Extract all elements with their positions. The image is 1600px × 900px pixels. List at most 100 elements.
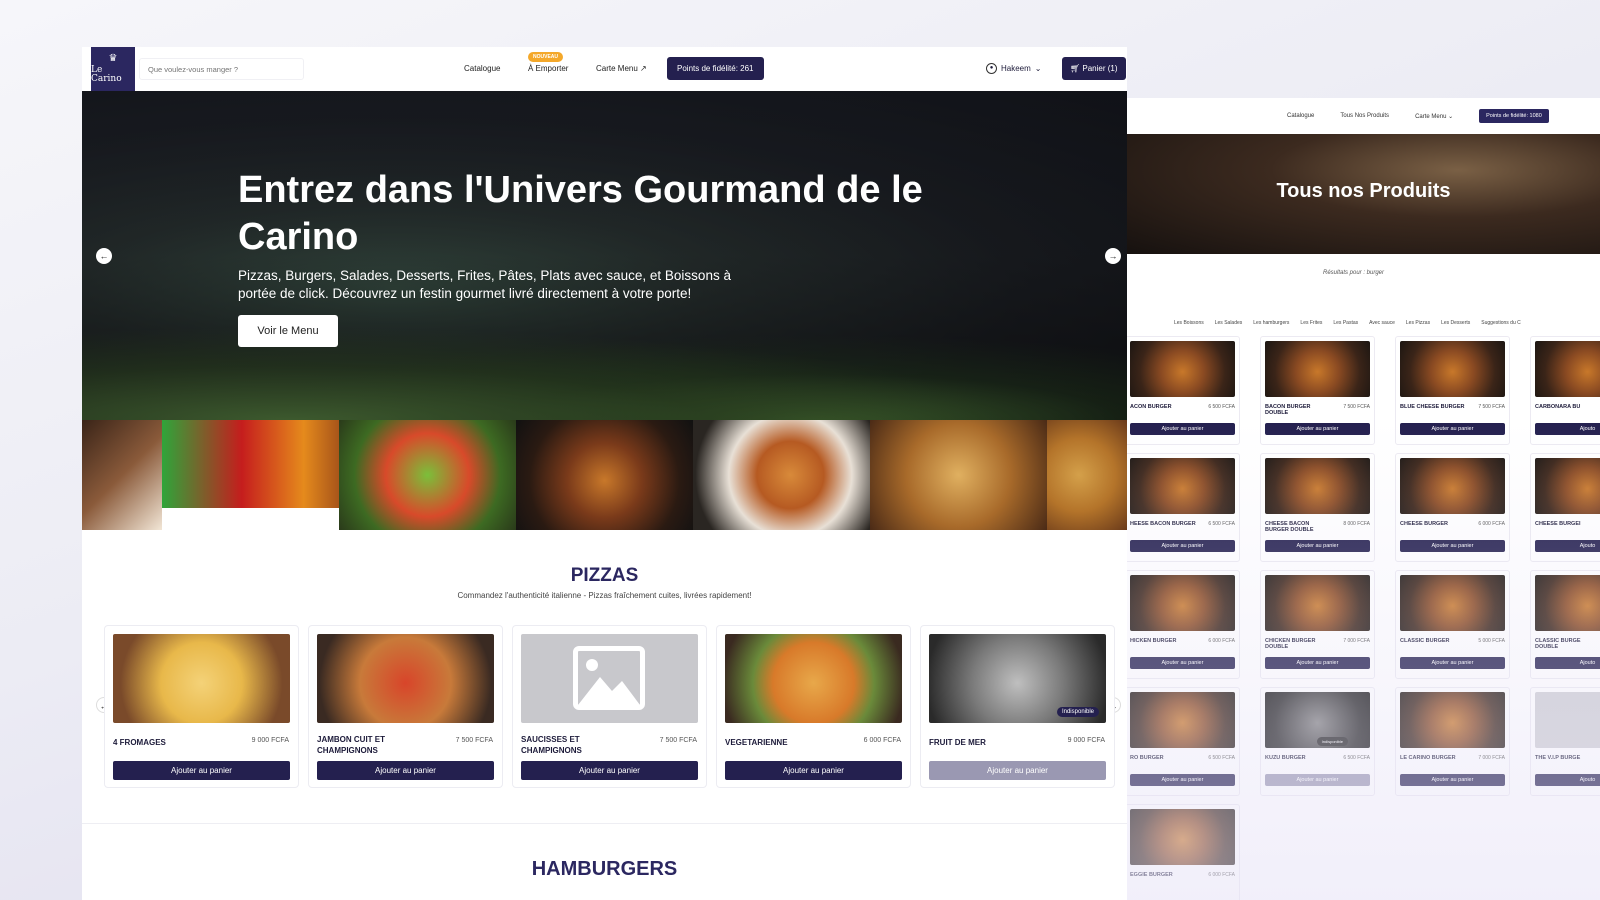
add-to-cart-button[interactable]: Ajouter au panier <box>1265 657 1370 669</box>
burger-image <box>1265 575 1370 631</box>
category-tab[interactable]: Les Pizzas <box>1406 320 1430 326</box>
nav-emporter[interactable]: À Emporter <box>528 64 568 73</box>
add-to-cart-button[interactable]: Ajouter au panier <box>317 761 494 780</box>
product-info-row: CHICKEN BURGER DOUBLE 7 000 FCFA <box>1265 638 1370 652</box>
add-to-cart-button[interactable]: Ajouter au panier <box>725 761 902 780</box>
product-card[interactable]: BACON BURGER DOUBLE 7 500 FCFA Ajouter au … <box>1260 336 1375 445</box>
nav-carte-menu[interactable]: Carte Menu ↗ <box>596 64 647 73</box>
add-to-cart-button[interactable]: Ajouto <box>1535 423 1600 435</box>
salad-image[interactable] <box>339 420 516 530</box>
pizza-image <box>725 634 902 723</box>
drinks-image[interactable] <box>162 420 339 508</box>
product-card[interactable]: CHEESE BURGEI Ajouto <box>1530 453 1600 562</box>
add-to-cart-button[interactable]: Ajouter au panier <box>1400 540 1505 552</box>
logo[interactable]: ♛ Le Carino <box>91 47 135 91</box>
product-card[interactable]: EGGIE BURGER 6 000 FCFA <box>1127 804 1240 900</box>
product-name: CHICKEN BURGER DOUBLE <box>1265 638 1316 650</box>
burger-image[interactable] <box>516 420 693 530</box>
product-name: LE CARINO BURGER <box>1400 755 1456 761</box>
add-to-cart-button[interactable]: Ajouto <box>1535 540 1600 552</box>
add-to-cart-button[interactable]: Ajouter au panier <box>1265 540 1370 552</box>
pizza-card[interactable]: VEGETARIENNE 6 000 FCFA Ajouter au panier <box>716 625 911 788</box>
product-card[interactable]: RO BURGER 6 500 FCFA Ajouter au panier <box>1127 687 1240 796</box>
user-menu[interactable]: ● Hakeem ⌄ <box>986 63 1042 74</box>
pizza-price: 9 000 FCFA <box>251 737 289 744</box>
product-price: 6 000 FCFA <box>1208 638 1235 644</box>
pizza-price: 6 000 FCFA <box>863 737 901 744</box>
carousel-next-icon[interactable]: → <box>1105 248 1121 264</box>
loyalty-points-button[interactable]: Points de fidélité: 261 <box>667 57 764 80</box>
add-to-cart-button[interactable]: Ajouter au panier <box>1130 657 1235 669</box>
add-to-cart-button[interactable]: Ajouter au panier <box>1400 423 1505 435</box>
product-price: 6 500 FCFA <box>1208 755 1235 761</box>
add-to-cart-button[interactable]: Ajouter au panier <box>1265 774 1370 786</box>
product-name: EGGIE BURGER <box>1130 872 1173 878</box>
add-to-cart-button[interactable]: Ajouto <box>1535 657 1600 669</box>
product-info-row: BACON BURGER DOUBLE 7 500 FCFA <box>1265 404 1370 418</box>
product-card[interactable]: CLASSIC BURGE DOUBLE Ajouto <box>1530 570 1600 679</box>
product-name: THE V.I.P BURGE <box>1535 755 1581 761</box>
product-card[interactable]: CHEESE BACON BURGER DOUBLE 8 000 FCFA Ajou… <box>1260 453 1375 562</box>
product-card[interactable]: CARBONARA BU Ajouto <box>1530 336 1600 445</box>
product-card[interactable]: HICKEN BURGER 6 000 FCFA Ajouter au panier <box>1127 570 1240 679</box>
product-price: 7 000 FCFA <box>1343 638 1370 644</box>
dessert-image[interactable] <box>82 420 162 530</box>
side-nav-products[interactable]: Tous Nos Produits <box>1340 113 1389 119</box>
pizza-card[interactable]: Indisponible FRUIT DE MER 9 000 FCFA Ajoute… <box>920 625 1115 788</box>
side-loyalty-points-button[interactable]: Points de fidélité: 1080 <box>1479 109 1549 123</box>
search-input[interactable] <box>139 58 304 80</box>
pizza-card[interactable]: SAUCISSES ET CHAMPIGNONS 7 500 FCFA Ajoute… <box>512 625 707 788</box>
add-to-cart-button[interactable]: Ajouter au panier <box>929 761 1106 780</box>
category-tab[interactable]: Les Salades <box>1215 320 1243 326</box>
pasta-image[interactable] <box>693 420 870 530</box>
category-tab[interactable]: Les Boissons <box>1174 320 1204 326</box>
product-card[interactable]: HEESE BACON BURGER 6 500 FCFA Ajouter au p… <box>1127 453 1240 562</box>
product-card[interactable]: CHICKEN BURGER DOUBLE 7 000 FCFA Ajouter a… <box>1260 570 1375 679</box>
add-to-cart-button[interactable]: Ajouter au panier <box>521 761 698 780</box>
category-tab[interactable]: Les Frites <box>1300 320 1322 326</box>
side-hero-banner: Tous nos Produits <box>1127 134 1600 254</box>
product-card[interactable]: CHEESE BURGER 6 000 FCFA Ajouter au panier <box>1395 453 1510 562</box>
add-to-cart-button[interactable]: Ajouter au panier <box>1400 774 1505 786</box>
category-tab[interactable]: Les Pastas <box>1333 320 1358 326</box>
category-tab[interactable]: Suggestions du C <box>1481 320 1520 326</box>
add-to-cart-button[interactable]: Ajouto <box>1535 774 1600 786</box>
burger-image <box>1400 458 1505 514</box>
burger-image <box>1535 575 1600 631</box>
product-card[interactable]: ACON BURGER 6 500 FCFA Ajouter au panier <box>1127 336 1240 445</box>
product-card[interactable]: Indisponible KUZU BURGER 6 500 FCFA Ajouter… <box>1260 687 1375 796</box>
burger-image <box>1265 341 1370 397</box>
category-tab[interactable]: Les Desserts <box>1441 320 1470 326</box>
product-card[interactable]: THE V.I.P BURGE Ajouto <box>1530 687 1600 796</box>
add-to-cart-button[interactable]: Ajouter au panier <box>1400 657 1505 669</box>
pizza-strip-image[interactable] <box>1047 420 1127 530</box>
product-price: 7 500 FCFA <box>1478 404 1505 410</box>
pizza-image <box>113 634 290 723</box>
pizza-card[interactable]: 4 FROMAGES 9 000 FCFA Ajouter au panier <box>104 625 299 788</box>
category-tab[interactable]: Les hamburgers <box>1253 320 1289 326</box>
fries-image[interactable] <box>870 420 1047 530</box>
add-to-cart-button[interactable]: Ajouter au panier <box>1130 540 1235 552</box>
pizza-card[interactable]: JAMBON CUIT ET CHAMPIGNONS 7 500 FCFA Ajou… <box>308 625 503 788</box>
product-card[interactable]: CLASSIC BURGER 5 000 FCFA Ajouter au panie… <box>1395 570 1510 679</box>
user-name: Hakeem <box>1001 64 1031 73</box>
cart-button[interactable]: 🛒︎ Panier (1) <box>1062 57 1126 80</box>
product-name: BLUE CHEESE BURGER <box>1400 404 1465 410</box>
hero-subtitle: Pizzas, Burgers, Salades, Desserts, Frit… <box>238 268 731 301</box>
add-to-cart-button[interactable]: Ajouter au panier <box>1130 423 1235 435</box>
side-nav-carte-menu[interactable]: Carte Menu ⌄ <box>1415 113 1453 120</box>
product-name: KUZU BURGER <box>1265 755 1306 761</box>
side-nav-catalogue[interactable]: Catalogue <box>1287 113 1314 119</box>
product-info-row: RO BURGER 6 500 FCFA <box>1130 755 1235 769</box>
add-to-cart-button[interactable]: Ajouter au panier <box>1265 423 1370 435</box>
product-card[interactable]: BLUE CHEESE BURGER 7 500 FCFA Ajouter au p… <box>1395 336 1510 445</box>
product-card[interactable]: LE CARINO BURGER 7 000 FCFA Ajouter au pan… <box>1395 687 1510 796</box>
view-menu-button[interactable]: Voir le Menu <box>238 315 338 347</box>
burger-image <box>1130 575 1235 631</box>
add-to-cart-button[interactable]: Ajouter au panier <box>113 761 290 780</box>
category-tab[interactable]: Avec sauce <box>1369 320 1395 326</box>
nav-catalogue[interactable]: Catalogue <box>464 64 500 73</box>
product-info-row: HICKEN BURGER 6 000 FCFA <box>1130 638 1235 652</box>
add-to-cart-button[interactable]: Ajouter au panier <box>1130 774 1235 786</box>
carousel-prev-icon[interactable]: ← <box>96 248 112 264</box>
